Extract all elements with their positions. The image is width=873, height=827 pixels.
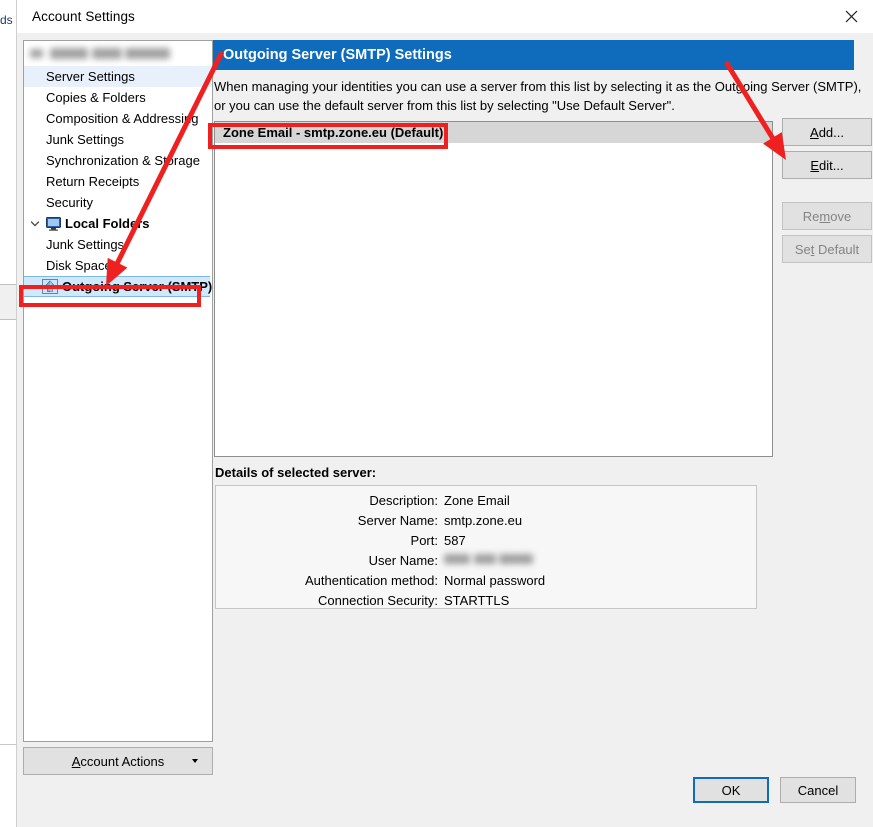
set-default-button: Set Default [782,235,872,263]
sidebar-item-synchronization-storage[interactable]: Synchronization & Storage [24,150,213,171]
detail-key: Authentication method: [216,573,444,588]
add-button-label: Add... [810,125,844,140]
details-title: Details of selected server: [215,465,376,480]
sidebar-item-label: Synchronization & Storage [46,153,200,168]
chevron-down-icon [30,219,40,229]
sidebar-item-junk-settings[interactable]: Junk Settings [24,129,213,150]
account-actions-button[interactable]: Account Actions [23,747,213,775]
monitor-icon [46,217,61,231]
detail-row: Description:Zone Email [216,490,756,510]
edit-button-label: Edit... [810,158,843,173]
detail-row: Authentication method:Normal password [216,570,756,590]
redacted-value [444,553,536,565]
set-default-button-label: Set Default [795,242,859,257]
detail-key: Port: [216,533,444,548]
background-window-band [0,284,16,320]
sidebar-item-label: Security [46,195,93,210]
sidebar-item-label: Outgoing Server (SMTP) [62,279,212,294]
detail-key: Connection Security: [216,593,444,608]
detail-value: smtp.zone.eu [444,513,522,528]
smtp-server-list-item-label: Zone Email - smtp.zone.eu (Default) [223,125,443,140]
detail-value: Zone Email [444,493,510,508]
detail-key: User Name: [216,553,444,568]
sidebar-item-junk-settings[interactable]: Junk Settings [24,234,213,255]
background-window-sliver: ds [0,0,17,827]
smtp-icon [42,279,58,294]
detail-row: User Name: [216,550,756,570]
server-action-buttons: Add... Edit... Remove Set Default [782,118,872,268]
sidebar-item-label: Server Settings [46,69,135,84]
sidebar-item-label: Junk Settings [46,132,124,147]
sidebar-item-label: Disk Space [46,258,112,273]
dialog: Account Settings Server SettingsCopies & [16,0,873,827]
close-icon[interactable] [828,0,873,32]
sidebar-item-server-settings[interactable]: Server Settings [24,66,213,87]
detail-row: Port:587 [216,530,756,550]
sidebar-item-copies-folders[interactable]: Copies & Folders [24,87,213,108]
account-settings-window: ds Account Settings [0,0,873,827]
add-button[interactable]: Add... [782,118,872,146]
sidebar-item-label: Return Receipts [46,174,139,189]
detail-value [444,553,536,568]
smtp-server-listbox[interactable]: Zone Email - smtp.zone.eu (Default) [214,121,773,457]
background-window-fragment-text: ds [0,13,13,27]
detail-value: Normal password [444,573,545,588]
sidebar-item-outgoing-server-smtp[interactable]: Outgoing Server (SMTP) [24,276,210,297]
background-window-divider [0,744,16,745]
detail-row: Server Name:smtp.zone.eu [216,510,756,530]
detail-row: Connection Security:STARTTLS [216,590,756,610]
section-header: Outgoing Server (SMTP) Settings [213,40,854,70]
sidebar-item-label: Composition & Addressing [46,111,198,126]
smtp-server-list-item[interactable]: Zone Email - smtp.zone.eu (Default) [215,122,772,143]
settings-pane: Outgoing Server (SMTP) Settings When man… [213,33,873,827]
sidebar-item-disk-space[interactable]: Disk Space [24,255,213,276]
detail-value: 587 [444,533,466,548]
server-details-panel: Description:Zone EmailServer Name:smtp.z… [215,485,757,609]
sidebar-item-label: Copies & Folders [46,90,146,105]
account-actions-label: Account Actions [72,754,165,769]
sidebar-item-local-folders[interactable]: Local Folders [24,213,213,234]
sidebar-item-composition-addressing[interactable]: Composition & Addressing [24,108,213,129]
dialog-body: Server Settings Copies & Folders Compositi… [17,33,873,827]
detail-value: STARTTLS [444,593,509,608]
window-title: Account Settings [32,9,135,24]
account-name-redacted [28,45,198,62]
section-header-title: Outgoing Server (SMTP) Settings [223,47,452,63]
remove-button-label: Remove [803,209,851,224]
sidebar-item-return-receipts[interactable]: Return Receipts [24,171,213,192]
account-tree: Server Settings Copies & Folders Compositi… [23,40,213,742]
chevron-down-icon [192,759,198,763]
title-bar: Account Settings [17,0,873,34]
sidebar-item-security[interactable]: Security [24,192,213,213]
detail-key: Server Name: [216,513,444,528]
remove-button: Remove [782,202,872,230]
sidebar-item-label: Junk Settings [46,237,124,252]
sidebar-item-label: Local Folders [65,216,150,231]
detail-key: Description: [216,493,444,508]
ok-button[interactable]: OK [693,777,769,803]
edit-button[interactable]: Edit... [782,151,872,179]
section-description: When managing your identities you can us… [214,77,864,115]
cancel-button[interactable]: Cancel [780,777,856,803]
